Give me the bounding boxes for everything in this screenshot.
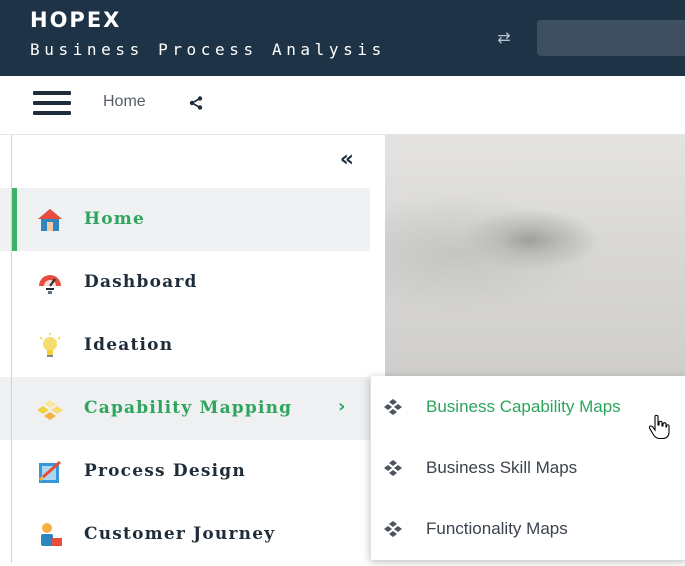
sidebar-item-dashboard[interactable]: Dashboard: [0, 251, 370, 314]
content-background-image: [385, 135, 685, 376]
top-bar: HOPEX Business Process Analysis ⇄: [0, 0, 685, 76]
search-input[interactable]: [537, 20, 685, 56]
map-tiles-icon: [384, 521, 402, 537]
sidebar-item-label: Ideation: [84, 335, 174, 355]
sidebar-item-ideation[interactable]: Ideation: [0, 314, 370, 377]
sidebar-divider: [11, 135, 12, 563]
sidebar-item-customer-journey[interactable]: Customer Journey: [0, 503, 370, 566]
process-design-icon: [38, 460, 61, 483]
submenu-item-business-skill-maps[interactable]: Business Skill Maps: [371, 437, 685, 498]
sidebar: « Home Dashboard Ideation Capability Map…: [0, 135, 370, 563]
capability-icon: [37, 400, 63, 420]
home-icon: [38, 209, 62, 231]
sidebar-item-capability-mapping[interactable]: Capability Mapping ›: [0, 377, 370, 440]
lightbulb-icon: [39, 333, 61, 357]
double-chevron-left-icon[interactable]: «: [340, 149, 354, 171]
submenu-item-label: Functionality Maps: [426, 519, 568, 538]
submenu-item-label: Business Capability Maps: [426, 397, 621, 416]
submenu-item-functionality-maps[interactable]: Functionality Maps: [371, 498, 685, 559]
sidebar-item-process-design[interactable]: Process Design: [0, 440, 370, 503]
map-tiles-icon: [384, 460, 402, 476]
sidebar-item-label: Capability Mapping: [84, 398, 293, 418]
app-subtitle: Business Process Analysis: [30, 40, 386, 59]
submenu-item-label: Business Skill Maps: [426, 458, 578, 477]
submenu-item-business-capability-maps[interactable]: Business Capability Maps: [371, 376, 685, 437]
sidebar-item-home[interactable]: Home: [0, 188, 370, 251]
capability-submenu: Business Capability Maps Business Skill …: [370, 376, 685, 560]
breadcrumb-home[interactable]: Home: [103, 93, 146, 111]
map-tiles-icon: [384, 399, 402, 415]
share-icon[interactable]: [188, 95, 204, 111]
app-logo[interactable]: HOPEX: [30, 9, 121, 31]
sidebar-item-label: Dashboard: [84, 272, 198, 292]
breadcrumb: Home: [0, 76, 685, 135]
hand-pointer-icon: [648, 414, 670, 440]
swap-arrows-icon[interactable]: ⇄: [494, 28, 514, 48]
hamburger-icon[interactable]: [33, 85, 71, 121]
sidebar-item-label: Customer Journey: [84, 524, 276, 544]
gauge-icon: [39, 275, 61, 294]
sidebar-header: «: [0, 135, 370, 188]
chevron-right-icon: ›: [338, 396, 346, 417]
sidebar-item-label: Home: [84, 209, 146, 229]
sidebar-item-label: Process Design: [84, 461, 246, 481]
customer-journey-icon: [41, 523, 62, 546]
active-indicator: [12, 188, 17, 251]
